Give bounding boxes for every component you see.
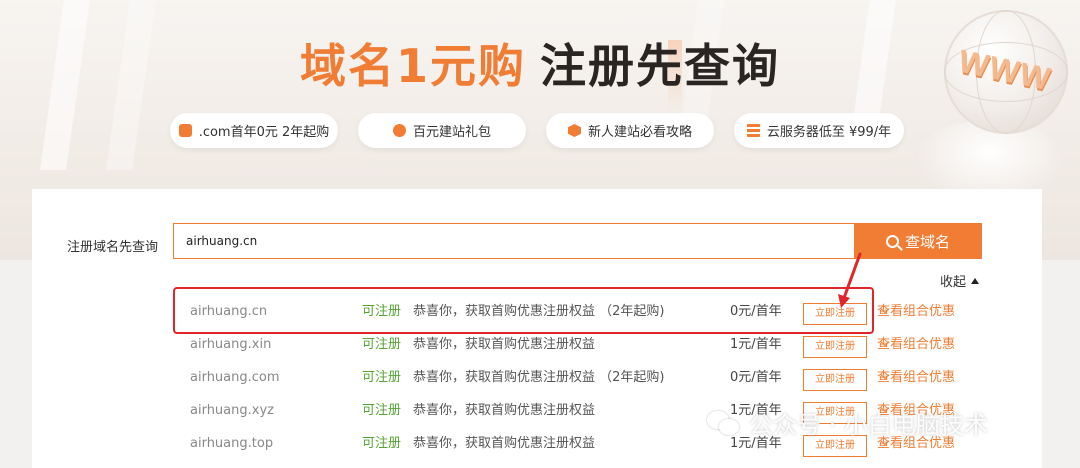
search-icon — [885, 234, 899, 248]
promo-pill-cloud-server[interactable]: 云服务器低至 ¥99/年 — [734, 113, 904, 148]
result-domain: airhuang.top — [190, 436, 274, 451]
title-main: 注册先查询 — [540, 39, 780, 93]
watermark-text: 公众号 · 小白电脑技术 — [749, 411, 988, 439]
combo-label: 查看组合优惠 — [877, 370, 956, 385]
result-message: 恭喜你，获取首购优惠注册权益 （2年起购) — [413, 370, 665, 385]
promo-pill-site-package[interactable]: 百元建站礼包 — [358, 113, 526, 148]
result-status: 可注册 — [362, 370, 402, 385]
promo-pills: .com首年0元 2年起购 百元建站礼包 新人建站必看攻略 云服务器低至 ¥99… — [170, 113, 904, 148]
domain-search-input[interactable]: airhuang.cn — [173, 223, 855, 259]
shield-icon — [567, 124, 581, 137]
server-icon — [746, 124, 760, 137]
result-status: 可注册 — [362, 436, 402, 451]
promo-pill-label: 百元建站礼包 — [412, 125, 491, 140]
register-now-button[interactable]: 立即注册 — [803, 336, 867, 358]
globe-icon — [392, 124, 406, 137]
promo-pill-guide[interactable]: 新人建站必看攻略 — [546, 113, 714, 148]
result-domain: airhuang.com — [190, 370, 280, 385]
register-now-button[interactable]: 立即注册 — [803, 369, 867, 391]
annotation-highlight-box — [173, 287, 874, 334]
promo-pill-label: .com首年0元 2年起购 — [198, 125, 330, 140]
search-label: 注册域名先查询 — [67, 240, 159, 255]
wechat-icon — [707, 409, 741, 437]
search-button-label: 查域名 — [904, 232, 950, 251]
caret-up-icon — [971, 277, 980, 284]
result-status: 可注册 — [362, 403, 402, 418]
promo-pill-label: 新人建站必看攻略 — [587, 125, 692, 140]
view-combo-offer-link[interactable]: 查看组合优惠 — [877, 295, 955, 328]
view-combo-offer-link[interactable]: 查看组合优惠 — [877, 361, 955, 394]
result-domain: airhuang.xyz — [190, 403, 274, 418]
collapse-label: 收起 — [940, 275, 967, 290]
annotation-arrow-icon — [838, 252, 862, 308]
promo-pill-com[interactable]: .com首年0元 2年起购 — [170, 113, 338, 148]
collapse-toggle[interactable]: 收起 — [940, 271, 980, 290]
wechat-watermark: 公众号 · 小白电脑技术 — [707, 405, 988, 440]
combo-label: 查看组合优惠 — [877, 337, 956, 352]
title-highlight: 域名1元购 — [299, 39, 526, 93]
promo-pill-label: 云服务器低至 ¥99/年 — [766, 125, 892, 140]
search-input-value: airhuang.cn — [186, 234, 258, 248]
combo-label: 查看组合优惠 — [877, 304, 956, 319]
result-price: 0元/首年 — [730, 370, 782, 385]
search-domain-button[interactable]: 查域名 — [854, 223, 982, 259]
domain-tag-icon — [178, 124, 192, 137]
result-message: 恭喜你，获取首购优惠注册权益 — [413, 436, 596, 451]
view-combo-offer-link[interactable]: 查看组合优惠 — [877, 328, 955, 361]
result-message: 恭喜你，获取首购优惠注册权益 — [413, 403, 596, 418]
page-title: 域名1元购 注册先查询 — [0, 30, 1080, 96]
result-row: airhuang.com 可注册 恭喜你，获取首购优惠注册权益 （2年起购) 0… — [190, 361, 970, 394]
